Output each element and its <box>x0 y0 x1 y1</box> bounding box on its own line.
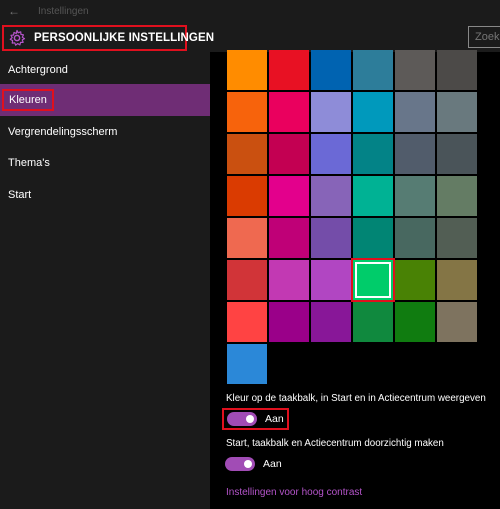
color-swatch[interactable] <box>227 176 267 216</box>
color-swatch[interactable] <box>269 176 309 216</box>
color-swatch[interactable] <box>437 302 477 342</box>
color-swatch[interactable] <box>269 50 309 90</box>
color-swatch[interactable] <box>269 302 309 342</box>
color-swatch[interactable] <box>395 176 435 216</box>
color-swatch[interactable] <box>437 92 477 132</box>
color-swatch[interactable] <box>353 50 393 90</box>
page-title: PERSOONLIJKE INSTELLINGEN <box>34 32 215 44</box>
transparency-label: Start, taakbalk en Actiecentrum doorzich… <box>226 438 444 449</box>
color-swatch[interactable] <box>353 302 393 342</box>
transparency-toggle-row[interactable]: Aan <box>225 457 282 471</box>
taskbar-color-toggle-row[interactable]: Aan <box>222 408 289 430</box>
window-title: Instellingen <box>38 6 89 17</box>
color-swatch[interactable] <box>437 134 477 174</box>
back-arrow-icon[interactable]: ← <box>8 4 20 18</box>
taskbar-color-state: Aan <box>265 413 284 425</box>
color-swatch[interactable] <box>227 134 267 174</box>
color-swatch[interactable] <box>437 50 477 90</box>
color-swatch[interactable] <box>437 218 477 258</box>
sidebar-item-achtergrond[interactable]: Achtergrond <box>0 54 210 86</box>
color-swatch[interactable] <box>395 50 435 90</box>
page-title-box: PERSOONLIJKE INSTELLINGEN <box>2 25 214 51</box>
color-swatch[interactable] <box>227 344 267 384</box>
color-swatch[interactable] <box>311 260 351 300</box>
sidebar-item-label: Achtergrond <box>8 64 68 76</box>
color-swatch[interactable] <box>311 134 351 174</box>
color-swatch[interactable] <box>227 302 267 342</box>
color-swatch[interactable] <box>395 134 435 174</box>
color-swatch[interactable] <box>311 92 351 132</box>
sidebar-item-label: Kleuren <box>2 89 54 111</box>
color-swatch[interactable] <box>353 92 393 132</box>
color-swatch[interactable] <box>227 218 267 258</box>
taskbar-color-toggle[interactable] <box>227 412 257 426</box>
color-swatch[interactable] <box>395 218 435 258</box>
sidebar-item-kleuren[interactable]: Kleuren <box>0 84 210 116</box>
sidebar-item-label: Vergrendelingsscherm <box>8 126 118 138</box>
title-bar: ← Instellingen <box>0 0 500 24</box>
page-header: PERSOONLIJKE INSTELLINGEN <box>0 24 500 52</box>
color-swatch[interactable] <box>395 302 435 342</box>
sidebar-item-start[interactable]: Start <box>0 179 210 211</box>
gear-icon <box>8 29 26 47</box>
color-swatch[interactable] <box>227 50 267 90</box>
color-swatch[interactable] <box>227 260 267 300</box>
color-swatch[interactable] <box>395 260 435 300</box>
sidebar-item-label: Start <box>8 189 32 201</box>
color-swatch[interactable] <box>351 258 395 302</box>
sidebar-item-themas[interactable]: Thema's <box>0 147 210 179</box>
high-contrast-link[interactable]: Instellingen voor hoog contrast <box>226 487 362 498</box>
sidebar: Achtergrond Kleuren Vergrendelingsscherm… <box>0 52 210 509</box>
color-swatch[interactable] <box>353 218 393 258</box>
color-swatch[interactable] <box>311 302 351 342</box>
taskbar-color-label: Kleur op de taakbalk, in Start en in Act… <box>226 393 486 404</box>
color-swatch[interactable] <box>437 260 477 300</box>
color-swatch[interactable] <box>353 134 393 174</box>
sidebar-item-label: Thema's <box>8 157 50 169</box>
transparency-toggle[interactable] <box>225 457 255 471</box>
sidebar-item-vergrendelingsscherm[interactable]: Vergrendelingsscherm <box>0 116 210 148</box>
color-swatch[interactable] <box>437 176 477 216</box>
color-swatch[interactable] <box>269 134 309 174</box>
color-swatch[interactable] <box>269 218 309 258</box>
color-swatch[interactable] <box>269 260 309 300</box>
transparency-state: Aan <box>263 458 282 470</box>
color-swatch[interactable] <box>395 92 435 132</box>
search-input[interactable] <box>468 26 500 48</box>
color-swatch[interactable] <box>227 92 267 132</box>
color-swatch[interactable] <box>353 176 393 216</box>
color-swatch[interactable] <box>311 50 351 90</box>
color-swatch[interactable] <box>311 176 351 216</box>
color-swatch[interactable] <box>269 92 309 132</box>
color-swatch[interactable] <box>311 218 351 258</box>
